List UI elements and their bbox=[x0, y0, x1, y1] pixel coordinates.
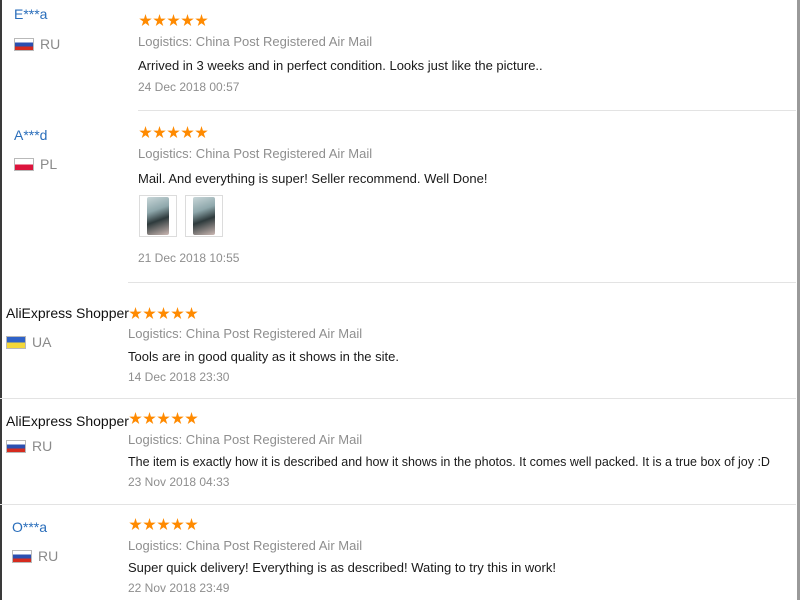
star-icon bbox=[181, 126, 194, 138]
country-code: RU bbox=[38, 548, 59, 564]
poland-flag-icon bbox=[14, 157, 34, 171]
reviewer-country: RU bbox=[12, 548, 58, 564]
review-text: Super quick delivery! Everything is as d… bbox=[128, 560, 556, 575]
star-icon bbox=[171, 412, 184, 424]
review-date: 21 Dec 2018 10:55 bbox=[138, 251, 240, 265]
star-rating bbox=[139, 126, 208, 139]
star-icon bbox=[143, 307, 156, 319]
review-text: Arrived in 3 weeks and in perfect condit… bbox=[138, 58, 543, 73]
star-icon bbox=[157, 518, 170, 530]
ukraine-flag-icon bbox=[6, 335, 26, 349]
star-icon bbox=[153, 126, 166, 138]
star-icon bbox=[167, 14, 180, 26]
logistics-info: Logistics: China Post Registered Air Mai… bbox=[138, 146, 373, 161]
star-icon bbox=[157, 307, 170, 319]
star-icon bbox=[181, 14, 194, 26]
star-rating bbox=[139, 14, 208, 27]
star-icon bbox=[171, 307, 184, 319]
review-date: 22 Nov 2018 23:49 bbox=[128, 581, 230, 595]
star-icon bbox=[153, 14, 166, 26]
star-icon bbox=[195, 126, 208, 138]
review-photos bbox=[139, 195, 223, 237]
logistics-info: Logistics: China Post Registered Air Mai… bbox=[128, 538, 363, 553]
star-icon bbox=[167, 126, 180, 138]
star-icon bbox=[129, 518, 142, 530]
photo-image bbox=[193, 197, 215, 235]
review-photo-thumbnail[interactable] bbox=[185, 195, 223, 237]
review-divider bbox=[0, 504, 796, 505]
russia-flag-icon bbox=[12, 549, 32, 563]
review-divider bbox=[0, 398, 796, 399]
review-date: 14 Dec 2018 23:30 bbox=[128, 370, 230, 384]
star-icon bbox=[157, 412, 170, 424]
review-text: Mail. And everything is super! Seller re… bbox=[138, 171, 488, 186]
star-icon bbox=[143, 412, 156, 424]
review-divider bbox=[128, 282, 796, 283]
logistics-info: Logistics: China Post Registered Air Mai… bbox=[128, 432, 363, 447]
star-icon bbox=[139, 14, 152, 26]
reviewer-country: RU bbox=[14, 36, 60, 52]
star-rating bbox=[129, 518, 198, 531]
reviewer-name[interactable]: E***a bbox=[14, 6, 47, 22]
country-code: UA bbox=[32, 334, 52, 350]
russia-flag-icon bbox=[14, 37, 34, 51]
reviewer-name: AliExpress Shopper bbox=[6, 413, 129, 429]
star-icon bbox=[195, 14, 208, 26]
russia-flag-icon bbox=[6, 439, 26, 453]
photo-image bbox=[147, 197, 169, 235]
star-icon bbox=[185, 307, 198, 319]
reviewer-name[interactable]: A***d bbox=[14, 127, 47, 143]
star-icon bbox=[185, 518, 198, 530]
country-code: RU bbox=[32, 438, 53, 454]
star-icon bbox=[129, 412, 142, 424]
review-date: 24 Dec 2018 00:57 bbox=[138, 80, 240, 94]
review-text: Tools are in good quality as it shows in… bbox=[128, 349, 399, 364]
reviewer-country: RU bbox=[6, 438, 52, 454]
country-code: PL bbox=[40, 156, 58, 172]
logistics-info: Logistics: China Post Registered Air Mai… bbox=[128, 326, 363, 341]
reviewer-country: UA bbox=[6, 334, 51, 350]
reviewer-country: PL bbox=[14, 156, 57, 172]
review-photo-thumbnail[interactable] bbox=[139, 195, 177, 237]
review-divider bbox=[138, 110, 796, 111]
reviewer-name[interactable]: O***a bbox=[12, 519, 47, 535]
star-rating bbox=[129, 307, 198, 320]
star-icon bbox=[185, 412, 198, 424]
review-date: 23 Nov 2018 04:33 bbox=[128, 475, 230, 489]
star-icon bbox=[139, 126, 152, 138]
star-icon bbox=[171, 518, 184, 530]
star-icon bbox=[143, 518, 156, 530]
logistics-info: Logistics: China Post Registered Air Mai… bbox=[138, 34, 373, 49]
star-rating bbox=[129, 412, 198, 425]
review-text: The item is exactly how it is described … bbox=[128, 455, 770, 469]
country-code: RU bbox=[40, 36, 61, 52]
window-left-border bbox=[0, 0, 2, 600]
reviewer-name: AliExpress Shopper bbox=[6, 305, 129, 321]
star-icon bbox=[129, 307, 142, 319]
